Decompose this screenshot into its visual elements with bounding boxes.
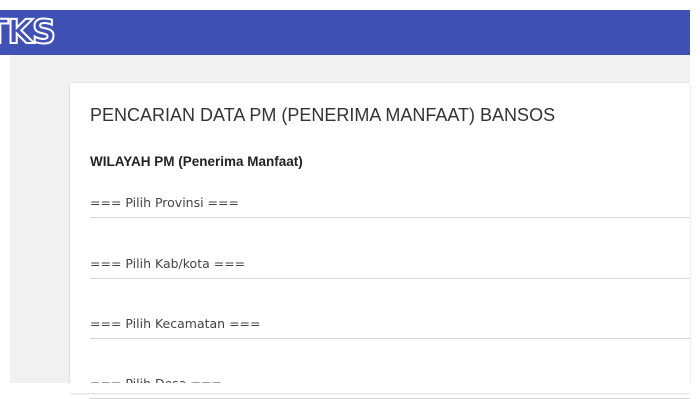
search-card: PENCARIAN DATA PM (PENERIMA MANFAAT) BAN… — [70, 83, 690, 399]
district-select[interactable]: === Pilih Kecamatan === — [90, 314, 690, 339]
bottom-edge — [0, 383, 700, 393]
regency-select[interactable]: === Pilih Kab/kota === — [90, 254, 690, 279]
top-strip — [0, 0, 700, 10]
app-logo[interactable]: TKS — [0, 11, 57, 52]
province-select[interactable]: === Pilih Provinsi === — [90, 193, 690, 218]
page-title: PENCARIAN DATA PM (PENERIMA MANFAAT) BAN… — [90, 105, 556, 125]
right-gutter — [690, 0, 700, 393]
region-section-label: WILAYAH PM (Penerima Manfaat) — [90, 154, 303, 169]
app-header: TKS — [0, 10, 690, 55]
